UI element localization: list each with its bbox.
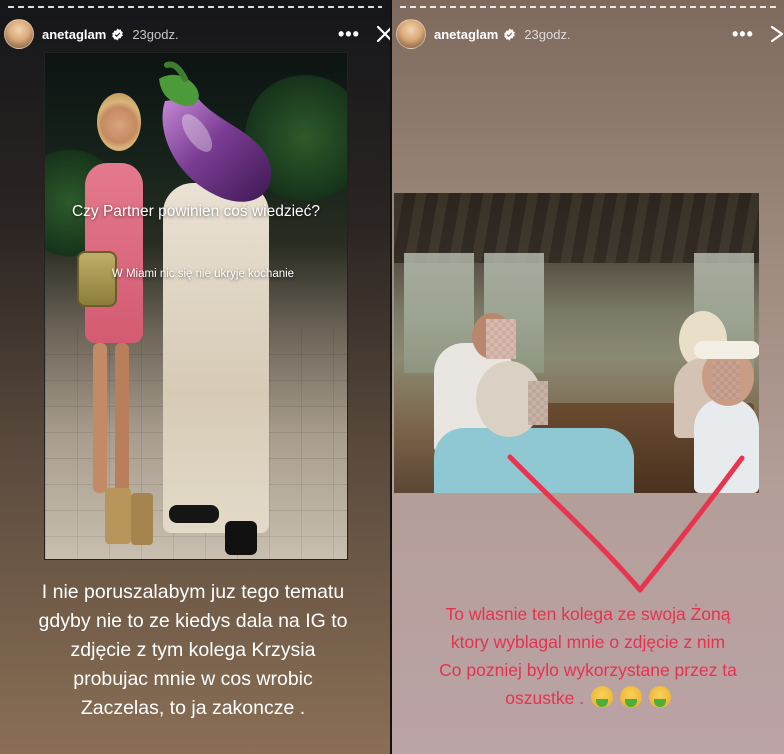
avatar[interactable] xyxy=(4,19,34,49)
nauseated-face-emoji xyxy=(648,686,671,708)
white-hat xyxy=(694,341,759,359)
caption-line: oszustke . xyxy=(505,688,585,708)
caption-line: probujac mnie w cos wrobic xyxy=(73,668,313,690)
woman-head xyxy=(97,93,141,151)
caption-line: I nie poruszalabym juz tego tematu xyxy=(41,581,345,603)
verified-icon xyxy=(112,28,124,40)
story-progress-bar xyxy=(8,6,382,8)
close-icon[interactable] xyxy=(768,25,784,43)
caption-line: Co pozniej bylo wykorzystane przez ta xyxy=(439,660,737,680)
eggplant-sticker xyxy=(159,61,272,202)
nauseated-face-emoji xyxy=(590,686,613,708)
avatar[interactable] xyxy=(396,19,426,49)
man-shoe xyxy=(169,505,219,523)
face-blur xyxy=(712,361,740,399)
text-sticker: W Miami nic się nie ukryje kochanie xyxy=(111,268,295,280)
man-white-suit xyxy=(163,183,269,533)
story-caption: To wlasnie ten kolega ze swoja Żoną ktor… xyxy=(392,600,784,712)
caption-line: To wlasnie ten kolega ze swoja Żoną xyxy=(445,604,731,624)
caption-line: zdjęcie z tym kolega Krzysia xyxy=(70,639,316,661)
story-photo xyxy=(394,193,759,493)
more-icon[interactable]: ••• xyxy=(338,25,360,43)
more-icon[interactable]: ••• xyxy=(732,25,754,43)
story-caption: I nie poruszalabym juz tego tematu gdyby… xyxy=(0,578,390,723)
person-white-shirt xyxy=(694,398,759,493)
woman-leg xyxy=(115,343,129,493)
post-time: 23godz. xyxy=(132,26,179,42)
person-blue-shirt xyxy=(434,428,634,493)
story-header: anetaglam 23godz. ••• xyxy=(392,18,784,50)
shoe xyxy=(105,488,131,544)
caption-line-last: oszustke . xyxy=(392,684,784,712)
username[interactable]: anetaglam xyxy=(434,27,498,42)
post-time: 23godz. xyxy=(524,26,571,42)
caption-line: gdyby nie to ze kiedys dala na IG to xyxy=(38,610,348,632)
woman-leg xyxy=(93,343,107,493)
face-blur xyxy=(528,381,548,425)
caption-line: Zaczelas, to ja zakoncze . xyxy=(80,697,306,719)
close-icon[interactable] xyxy=(376,25,390,43)
username[interactable]: anetaglam xyxy=(42,27,106,42)
story-progress-bar xyxy=(400,6,776,8)
story-header: anetaglam 23godz. ••• xyxy=(0,18,390,50)
face-blur xyxy=(486,319,516,359)
story-left[interactable]: anetaglam 23godz. ••• Czy Partner powini… xyxy=(0,0,390,754)
story-photo: Czy Partner powinien coś wiedzieć? W Mia… xyxy=(44,52,348,560)
nauseated-face-emoji xyxy=(619,686,642,708)
question-sticker[interactable]: Czy Partner powinien coś wiedzieć? xyxy=(45,203,347,221)
caption-line: ktory wyblagal mnie o zdjęcie z nim xyxy=(450,632,726,652)
man-shoe xyxy=(225,521,257,555)
shoe xyxy=(131,493,153,545)
verified-icon xyxy=(504,28,516,40)
story-right[interactable]: anetaglam 23godz. ••• To wlasnie ten kol… xyxy=(392,0,784,754)
